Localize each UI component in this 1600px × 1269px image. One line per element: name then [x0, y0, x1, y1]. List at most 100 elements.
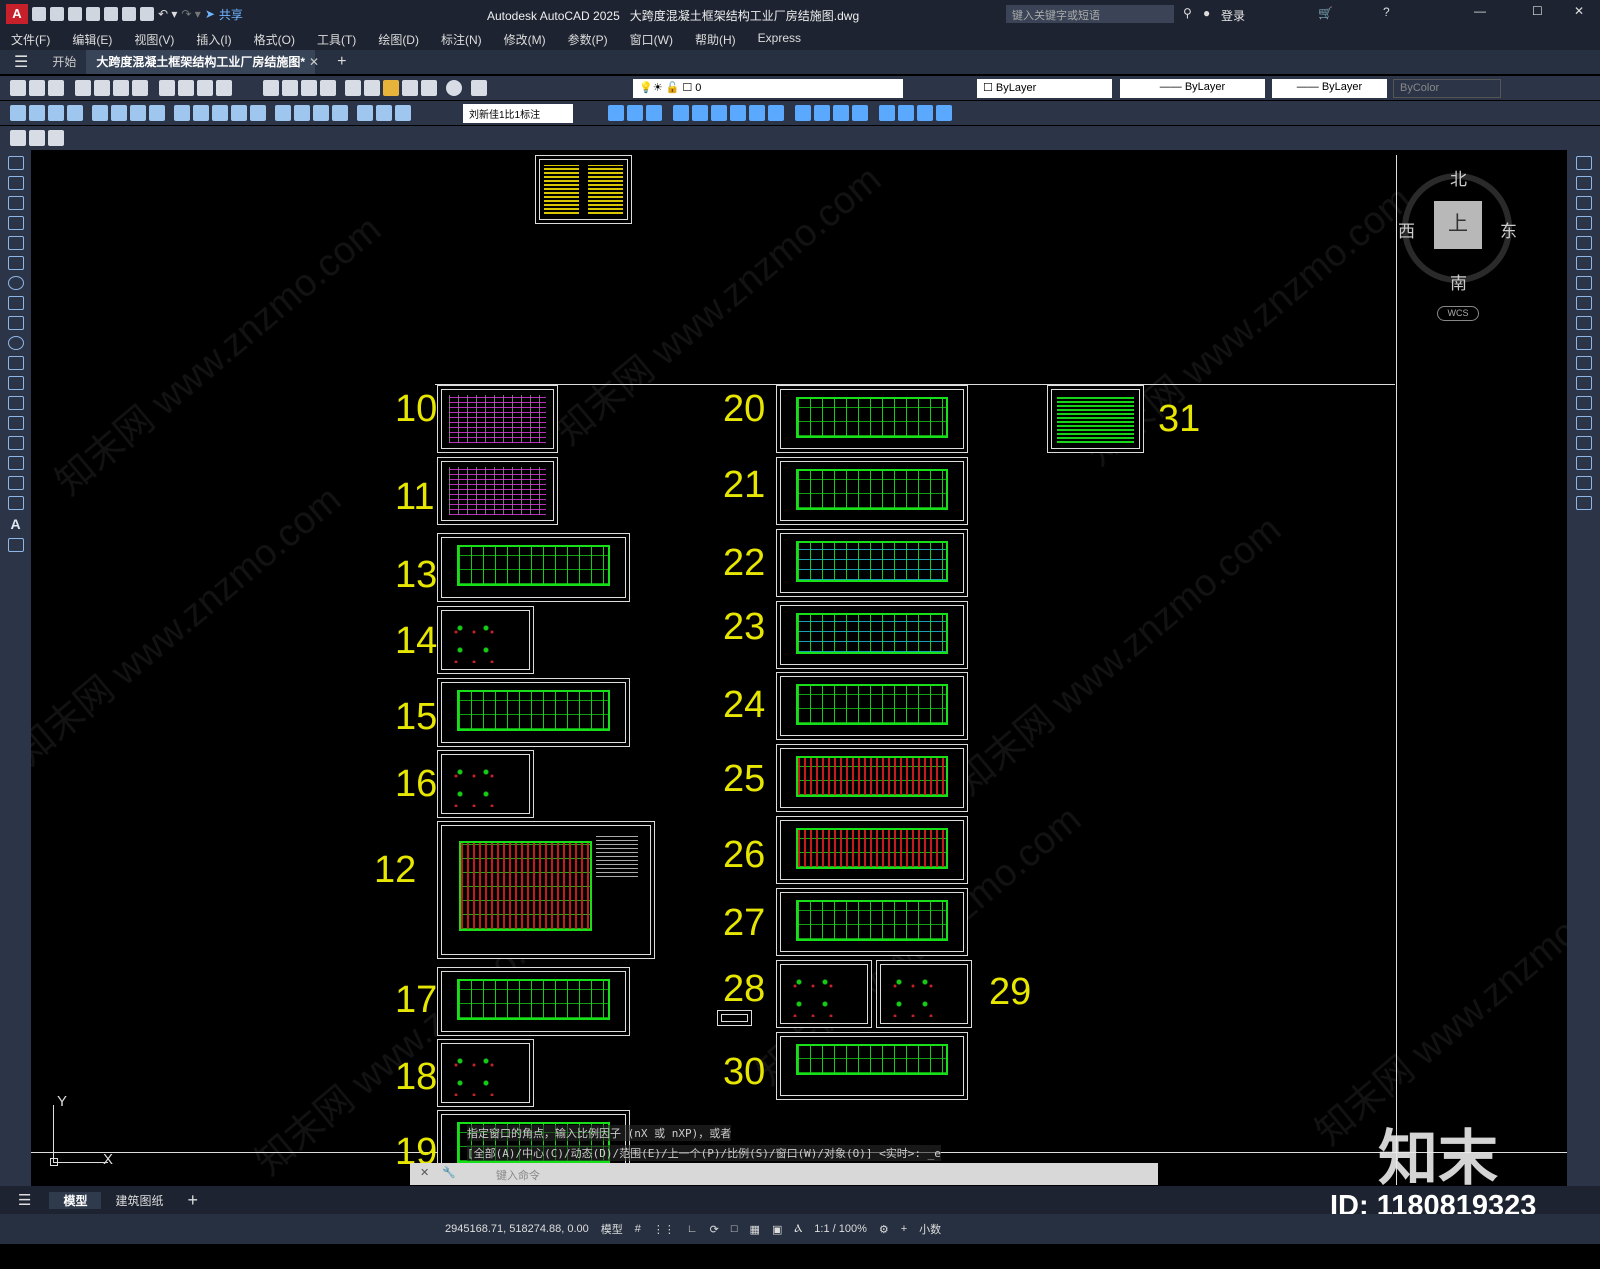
- tool-palettes-icon[interactable]: [383, 80, 399, 96]
- drawing-sheet-16[interactable]: [437, 750, 534, 818]
- erase-icon[interactable]: [917, 105, 933, 121]
- dwf-icon[interactable]: [132, 80, 148, 96]
- minimize-icon[interactable]: —: [1474, 4, 1486, 18]
- stretch-icon[interactable]: [1575, 316, 1592, 330]
- color-dropdown[interactable]: ☐ ByLayer: [977, 79, 1112, 98]
- save-icon[interactable]: [68, 7, 82, 21]
- center-mark-icon[interactable]: [294, 105, 310, 121]
- block-icon[interactable]: [29, 130, 45, 146]
- menu-view[interactable]: 视图(V): [123, 31, 185, 48]
- extend-icon[interactable]: [795, 105, 811, 121]
- arc-icon[interactable]: [7, 256, 24, 270]
- new-file-icon[interactable]: [32, 7, 46, 21]
- gear-icon[interactable]: ⚙: [879, 1223, 889, 1236]
- jogged-linear-icon[interactable]: [332, 105, 348, 121]
- rotate-icon[interactable]: [1575, 276, 1592, 290]
- drawing-sheet-22[interactable]: [776, 529, 968, 597]
- match-icon[interactable]: [216, 80, 232, 96]
- save-as-icon[interactable]: [86, 7, 100, 21]
- menu-parametric[interactable]: 参数(P): [557, 31, 619, 48]
- layer-dropdown[interactable]: 💡☀ 🔓 ☐ 0: [633, 79, 903, 98]
- new-tab-icon[interactable]: +: [337, 53, 346, 71]
- autocad-logo-icon[interactable]: A: [6, 4, 28, 24]
- tab-model[interactable]: 模型: [49, 1191, 102, 1209]
- drawing-sheet-24[interactable]: [776, 672, 968, 740]
- open-file-icon[interactable]: [50, 7, 64, 21]
- drawing-sheet-index[interactable]: [535, 155, 632, 224]
- menu-insert[interactable]: 插入(I): [185, 31, 242, 48]
- layer-manager-icon[interactable]: [471, 80, 487, 96]
- break-icon[interactable]: [1575, 396, 1592, 410]
- customize-cmd-icon[interactable]: 🔧: [442, 1166, 456, 1179]
- drawing-sheet-15[interactable]: [437, 678, 630, 747]
- point-icon[interactable]: [7, 416, 24, 430]
- save-icon[interactable]: [48, 80, 64, 96]
- login-label[interactable]: 登录: [1221, 7, 1245, 24]
- pan-icon[interactable]: [263, 80, 279, 96]
- menu-window[interactable]: 窗口(W): [619, 31, 684, 48]
- search-input[interactable]: 键入关键字或短语: [1006, 5, 1174, 23]
- dim-text-edit-icon[interactable]: [376, 105, 392, 121]
- hatch-icon[interactable]: [7, 436, 24, 450]
- scale-icon[interactable]: [1575, 296, 1592, 310]
- lineweight-dropdown[interactable]: —— ByLayer: [1272, 79, 1387, 98]
- join-icon[interactable]: [833, 105, 849, 121]
- close-icon[interactable]: ✕: [1574, 4, 1584, 18]
- continue-dim-icon[interactable]: [212, 105, 228, 121]
- app-menu-icon[interactable]: ☰: [0, 52, 42, 72]
- diameter-dim-icon[interactable]: [130, 105, 146, 121]
- copy-icon[interactable]: [178, 80, 194, 96]
- move-icon[interactable]: [692, 105, 708, 121]
- annotation-scale[interactable]: 1:1 / 100%: [814, 1223, 867, 1235]
- osnap-icon[interactable]: □: [731, 1223, 738, 1235]
- dimstyle-dropdown[interactable]: 刘新佳1比1标注: [463, 104, 573, 123]
- undo-icon[interactable]: ↶ ▾: [158, 7, 177, 21]
- ordinate-dim-icon[interactable]: [67, 105, 83, 121]
- help-icon[interactable]: [446, 80, 462, 96]
- tab-layout-sheet[interactable]: 建筑图纸: [101, 1192, 177, 1209]
- drawing-sheet-12[interactable]: [437, 821, 655, 959]
- viewcube-east[interactable]: 东: [1500, 217, 1517, 242]
- inspect-icon[interactable]: [313, 105, 329, 121]
- explode-icon[interactable]: [1575, 496, 1592, 510]
- paste-icon[interactable]: [197, 80, 213, 96]
- command-line[interactable]: ✕ 🔧 键入命令: [410, 1163, 1158, 1185]
- selection-cycle-icon[interactable]: ▣: [772, 1223, 782, 1236]
- linetype-dropdown[interactable]: —— ByLayer: [1120, 79, 1265, 98]
- help-icon[interactable]: ?: [1383, 5, 1390, 19]
- drawing-sheet-26[interactable]: [776, 816, 968, 884]
- tolerance-icon[interactable]: [275, 105, 291, 121]
- make-block-icon[interactable]: [7, 396, 24, 410]
- circle-icon[interactable]: [7, 276, 24, 290]
- viewcube-top-face[interactable]: 上: [1434, 201, 1482, 249]
- trim-icon[interactable]: [1575, 336, 1592, 350]
- snap-icon[interactable]: ⋮⋮: [653, 1223, 675, 1236]
- zoom-realtime-icon[interactable]: [282, 80, 298, 96]
- command-input[interactable]: 键入命令: [496, 1167, 540, 1183]
- chamfer-icon[interactable]: [852, 105, 868, 121]
- tab-document[interactable]: 大跨度混凝土框架结构工业厂房结施图*: [86, 50, 316, 74]
- zoom-previous-icon[interactable]: [320, 80, 336, 96]
- drawing-sheet-31[interactable]: [1047, 385, 1144, 453]
- menu-edit[interactable]: 编辑(E): [61, 31, 123, 48]
- drawing-sheet-18[interactable]: [437, 1039, 534, 1107]
- coordinate-readout[interactable]: 2945168.71, 518274.88, 0.00: [445, 1223, 589, 1235]
- polygon-icon[interactable]: [7, 216, 24, 230]
- maximize-icon[interactable]: ☐: [1532, 4, 1543, 18]
- gradient-icon[interactable]: [7, 456, 24, 470]
- ortho-icon[interactable]: ∟: [687, 1223, 698, 1235]
- trim-icon[interactable]: [768, 105, 784, 121]
- table-icon[interactable]: [7, 496, 24, 510]
- zoom-window-icon[interactable]: [301, 80, 317, 96]
- plot-icon[interactable]: [75, 80, 91, 96]
- wcs-dropdown[interactable]: WCS: [1437, 306, 1479, 321]
- viewcube-north[interactable]: 北: [1450, 165, 1467, 190]
- new-icon[interactable]: [10, 80, 26, 96]
- menu-dimension[interactable]: 标注(N): [430, 31, 493, 48]
- text-icon[interactable]: A: [0, 516, 31, 532]
- viewcube-south[interactable]: 南: [1450, 269, 1467, 294]
- drawing-sheet-20[interactable]: [776, 385, 968, 453]
- menu-tools[interactable]: 工具(T): [306, 31, 367, 48]
- layer-tools-icon[interactable]: [48, 130, 64, 146]
- drawing-sheet-30[interactable]: [776, 1032, 968, 1100]
